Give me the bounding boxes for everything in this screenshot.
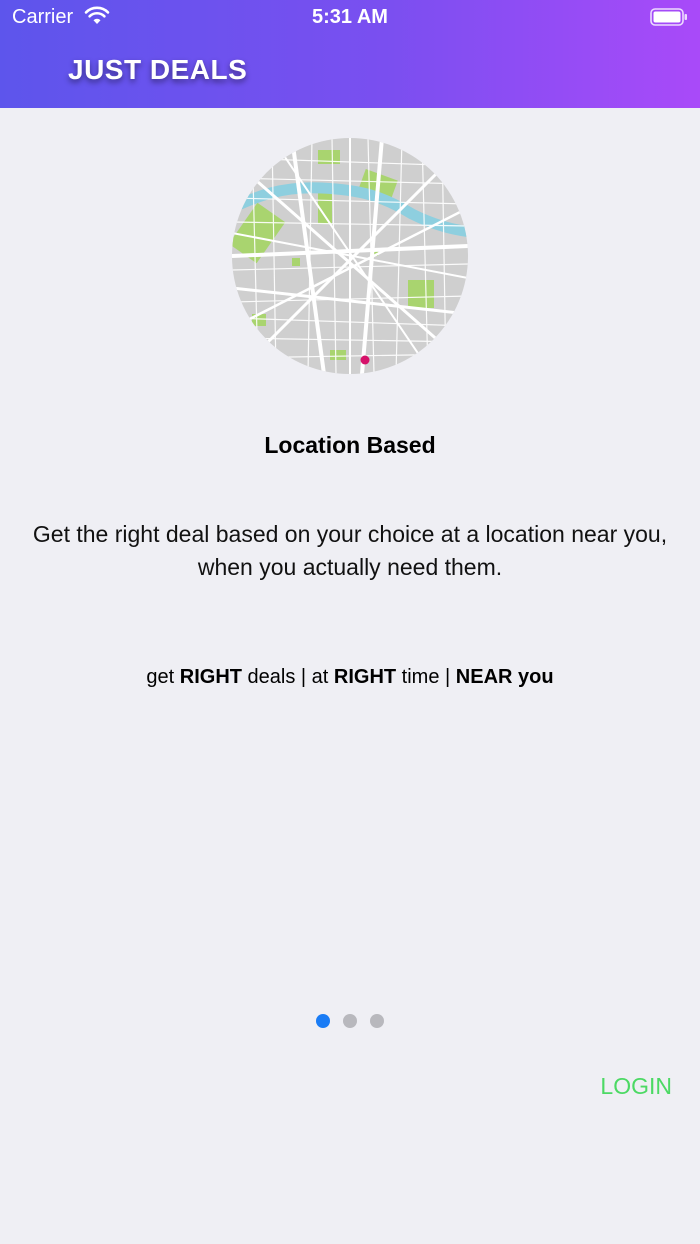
slide-title: Location Based — [264, 432, 436, 458]
tagline-emphasis: RIGHT — [179, 666, 242, 688]
tagline: get RIGHT deals | at RIGHT time | NEAR y… — [0, 666, 700, 689]
login-button[interactable]: LOGIN — [600, 1073, 672, 1100]
tagline-emphasis: RIGHT — [333, 666, 397, 688]
status-time: 5:31 AM — [312, 6, 388, 28]
tagline-emphasis: NEAR you — [455, 666, 554, 688]
slide-description: Get the right deal based on your choice … — [32, 521, 668, 580]
app-title: JUST DEALS — [68, 54, 248, 85]
tagline-text: time | — [396, 666, 456, 688]
page-indicator[interactable] — [0, 1014, 700, 1028]
page-dot-active[interactable] — [316, 1014, 330, 1028]
app-header: Carrier 5:31 AM JUST DEALS — [0, 0, 700, 108]
page-dot[interactable] — [370, 1014, 384, 1028]
map-icon — [232, 138, 468, 374]
page-dot[interactable] — [343, 1014, 357, 1028]
tagline-text: deals | at — [241, 666, 334, 688]
status-bar: Carrier 5:31 AM — [0, 0, 700, 36]
battery-icon — [650, 8, 688, 26]
tagline-text: get — [146, 666, 180, 688]
